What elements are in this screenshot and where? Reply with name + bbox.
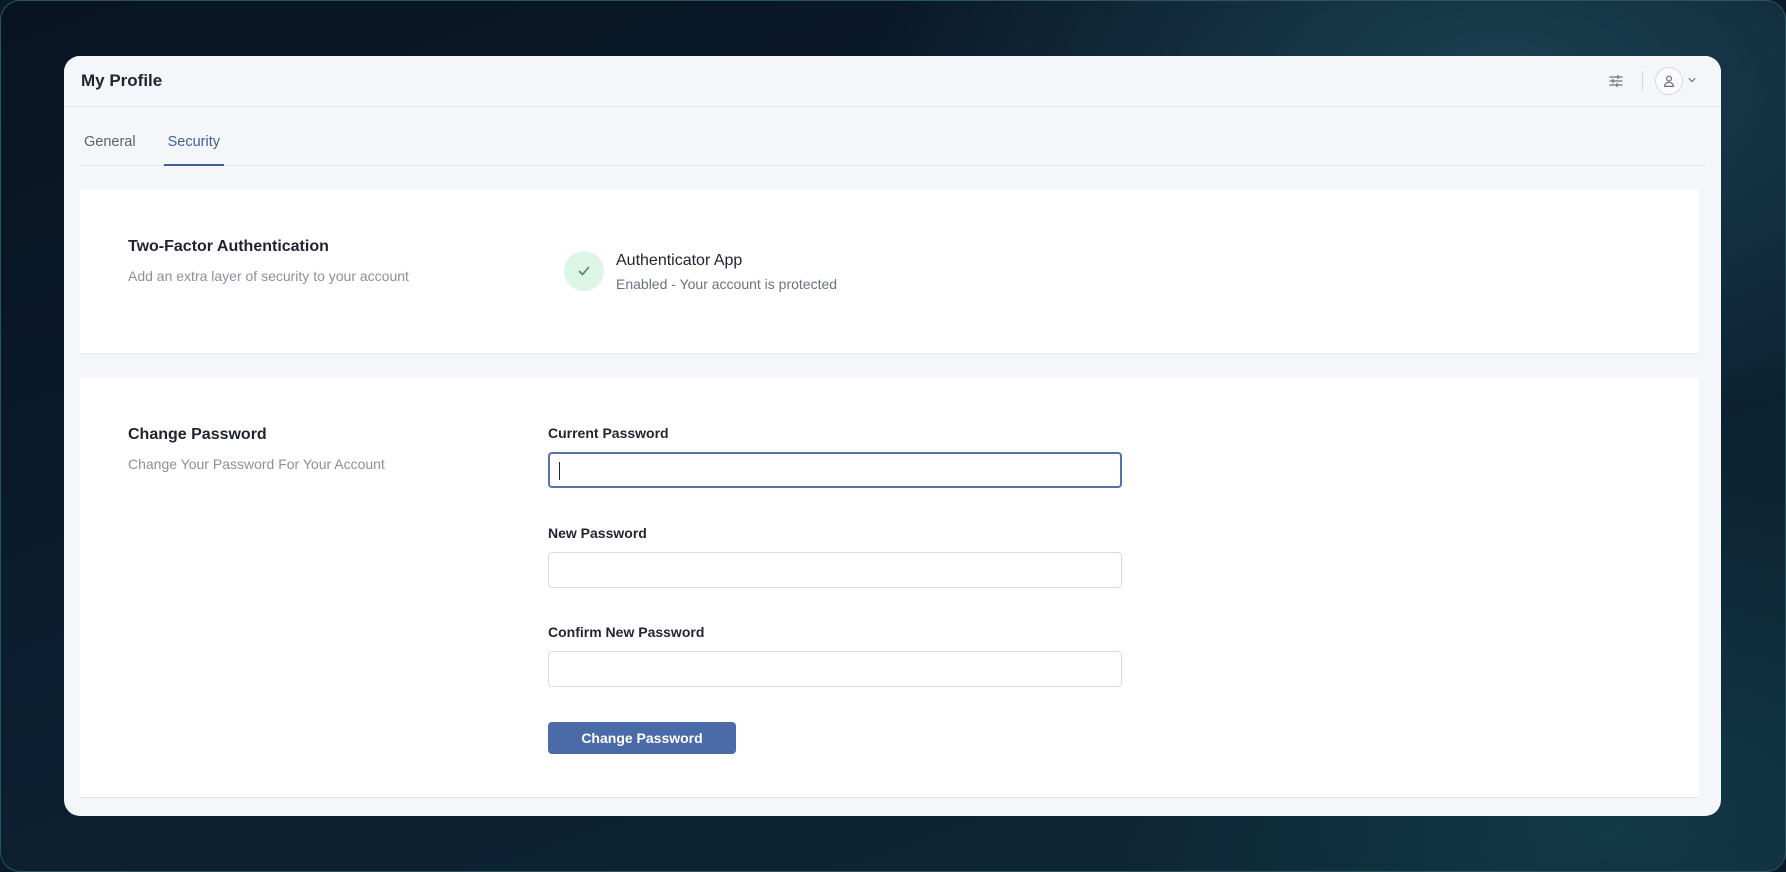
- sliders-icon[interactable]: [1604, 69, 1628, 93]
- current-password-field[interactable]: [548, 452, 1122, 488]
- change-password-button[interactable]: Change Password: [548, 722, 736, 754]
- chevron-down-icon[interactable]: [1687, 72, 1697, 90]
- confirm-password-field[interactable]: [548, 651, 1122, 687]
- confirm-password-label: Confirm New Password: [548, 624, 705, 640]
- two-factor-card: Two-Factor Authentication Add an extra l…: [80, 190, 1699, 354]
- page-title: My Profile: [81, 71, 163, 90]
- authenticator-app-title: Authenticator App: [616, 252, 743, 269]
- top-bar: My Profile: [64, 56, 1721, 107]
- top-actions: [1604, 67, 1697, 95]
- profile-window: My Profile General Security Two-Factor A…: [64, 56, 1721, 816]
- check-icon: [564, 251, 604, 291]
- change-password-title: Change Password: [128, 426, 267, 443]
- text-caret: [559, 462, 560, 480]
- new-password-label: New Password: [548, 525, 647, 541]
- two-factor-title: Two-Factor Authentication: [128, 238, 329, 255]
- tab-general[interactable]: General: [80, 134, 140, 166]
- user-menu[interactable]: [1655, 67, 1697, 95]
- user-icon[interactable]: [1655, 67, 1683, 95]
- two-factor-description: Add an extra layer of security to your a…: [128, 268, 409, 284]
- change-password-card: Change Password Change Your Password For…: [80, 378, 1699, 798]
- tab-bar: General Security: [80, 107, 1705, 166]
- tab-security[interactable]: Security: [163, 134, 224, 166]
- change-password-description: Change Your Password For Your Account: [128, 456, 385, 472]
- current-password-label: Current Password: [548, 425, 669, 441]
- divider: [1642, 71, 1643, 91]
- new-password-field[interactable]: [548, 552, 1122, 588]
- authenticator-status: Enabled - Your account is protected: [616, 276, 838, 292]
